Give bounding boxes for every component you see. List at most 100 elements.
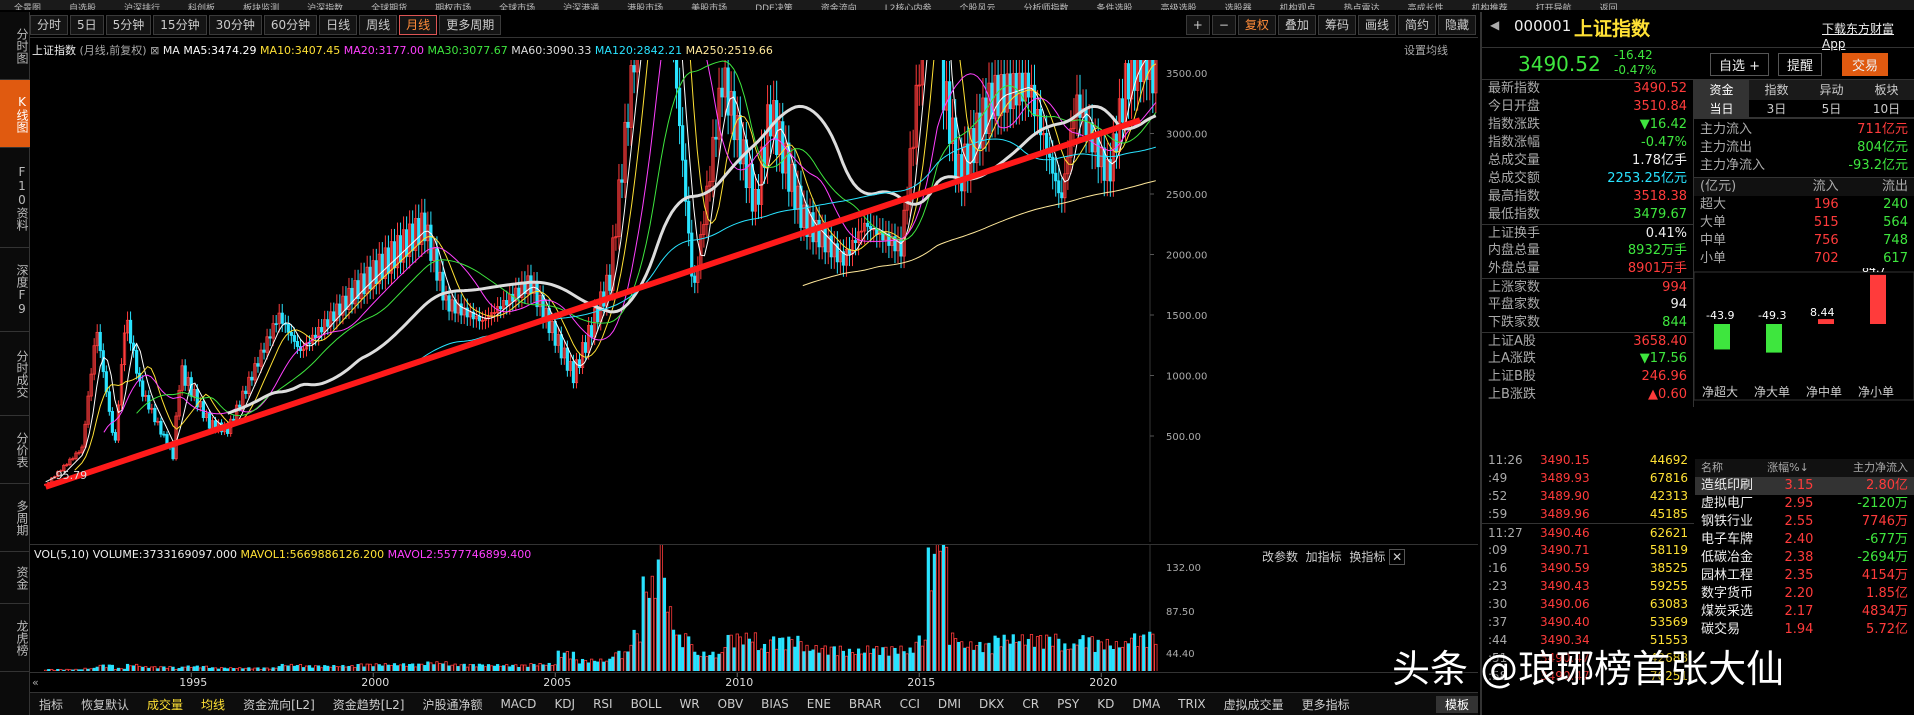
top-menu-item[interactable]: 自选股 (55, 5, 110, 11)
sector-row[interactable]: 造纸印刷 3.15 2.80亿 (1695, 477, 1914, 495)
indicator-tab[interactable]: TRIX (1169, 697, 1214, 711)
indicator-tab[interactable]: 指标 (30, 696, 72, 713)
fund-tab[interactable]: 板块 (1859, 80, 1914, 100)
ma-settings-link[interactable]: 设置均线 (1404, 42, 1448, 58)
toolbar-button[interactable]: 叠加 (1277, 14, 1316, 35)
indicator-tab[interactable]: PSY (1048, 697, 1088, 711)
left-tab[interactable]: 资金 (0, 552, 30, 604)
period-button[interactable]: 60分钟 (263, 14, 318, 35)
fund-subtab[interactable]: 10日 (1859, 100, 1914, 117)
indicator-tab[interactable]: KDJ (545, 697, 584, 711)
sector-row[interactable]: 数字货币 2.20 1.85亿 (1695, 585, 1914, 603)
fund-tab[interactable]: 指数 (1749, 80, 1804, 100)
left-tab[interactable]: K线图 (0, 80, 30, 148)
toolbar-button[interactable]: 复权 (1237, 14, 1276, 35)
indicator-tab[interactable]: 均线 (192, 696, 234, 713)
top-menu-item[interactable]: 科创板 (174, 5, 229, 11)
sector-row[interactable]: 虚拟电厂 2.95 -2120万 (1695, 495, 1914, 513)
indicator-tab[interactable]: 资金趋势[L2] (324, 696, 414, 713)
fund-tab[interactable]: 异动 (1804, 80, 1859, 100)
indicator-tab[interactable]: OBV (709, 697, 753, 711)
indicator-tab[interactable]: BIAS (752, 697, 798, 711)
period-button[interactable]: 日线 (319, 14, 358, 35)
indicator-tab[interactable]: ENE (798, 697, 840, 711)
fund-tab[interactable]: 资金 (1694, 80, 1749, 100)
indicator-tab[interactable]: 恢复默认 (72, 696, 138, 713)
period-button[interactable]: 5日 (70, 14, 104, 35)
download-app-link[interactable]: 下载东方财富App (1822, 20, 1914, 51)
top-menu-item[interactable]: DDE决策 (741, 5, 807, 11)
indicator-tab[interactable]: RSI (584, 697, 622, 711)
left-tab[interactable]: 龙虎榜 (0, 604, 30, 672)
top-menu-item[interactable]: 热点雷达 (1330, 5, 1394, 11)
period-button[interactable]: 月线 (399, 14, 438, 35)
trade-button[interactable]: 交易 (1842, 53, 1889, 76)
period-button[interactable]: 更多周期 (439, 14, 502, 35)
indicator-tab[interactable]: MACD (491, 697, 545, 711)
period-button[interactable]: 5分钟 (105, 14, 152, 35)
indicator-tab[interactable]: BOLL (622, 697, 671, 711)
left-tab[interactable]: 深度F9 (0, 248, 30, 332)
period-button[interactable]: 分时 (30, 14, 69, 35)
ma-settings-icon[interactable]: ⊠ (150, 44, 159, 57)
left-tab[interactable]: F10资料 (0, 148, 30, 248)
toolbar-button[interactable]: 简约 (1397, 14, 1436, 35)
sector-row[interactable]: 钢铁行业 2.55 7746万 (1695, 513, 1914, 531)
toolbar-button[interactable]: + (1185, 14, 1210, 35)
alert-button[interactable]: 提醒 (1778, 53, 1823, 76)
indicator-tab[interactable]: BRAR (840, 697, 891, 711)
sector-row[interactable]: 园林工程 2.35 4154万 (1695, 567, 1914, 585)
top-menu-item[interactable]: 高成长性 (1394, 5, 1458, 11)
indicator-tab[interactable]: CR (1013, 697, 1048, 711)
period-button[interactable]: 30分钟 (208, 14, 262, 35)
top-menu-item[interactable]: 沪深排行 (110, 5, 174, 11)
toolbar-button[interactable]: 筹码 (1317, 14, 1356, 35)
sector-row[interactable]: 碳交易 1.94 5.72亿 (1695, 621, 1914, 639)
toolbar-button[interactable]: − (1211, 14, 1236, 35)
indicator-tab[interactable]: DKX (970, 697, 1013, 711)
indicator-tab[interactable]: DMA (1123, 697, 1169, 711)
toolbar-button[interactable]: 画线 (1357, 14, 1396, 35)
watchlist-button[interactable]: 自选 + (1710, 53, 1770, 76)
sector-row[interactable]: 低碳冶金 2.38 -2694万 (1695, 549, 1914, 567)
indicator-tab[interactable]: 资金流向[L2] (234, 696, 324, 713)
period-button[interactable]: 周线 (359, 14, 398, 35)
left-tab[interactable]: 分时图 (0, 12, 30, 80)
top-menu-item[interactable]: 沪深指数 (293, 5, 357, 11)
top-menu-item[interactable]: 美股市场 (677, 5, 741, 11)
indicator-tab[interactable]: WR (670, 697, 708, 711)
top-menu-item[interactable]: 沪深港通 (549, 5, 613, 11)
indicator-tab[interactable]: 虚拟成交量 (1215, 696, 1293, 713)
top-menu-item[interactable]: 全景图 (0, 5, 55, 11)
sector-row[interactable]: 煤炭采选 2.17 4834万 (1695, 603, 1914, 621)
top-menu-item[interactable]: 全球市场 (485, 5, 549, 11)
top-menu-item[interactable]: 港股市场 (613, 5, 677, 11)
top-menu-item[interactable]: 条件选股 (1083, 5, 1147, 11)
top-menu-item[interactable]: 机构推荐 (1458, 5, 1522, 11)
top-menu-item[interactable]: 选股器 (1211, 5, 1266, 11)
indicator-tab[interactable]: 模板 (1435, 695, 1478, 713)
indicator-tab[interactable]: 更多指标 (1293, 696, 1359, 713)
top-menu-item[interactable]: 高级选股 (1147, 5, 1211, 11)
top-menu-item[interactable]: L2核心内参 (871, 5, 946, 11)
toolbar-button[interactable]: 隐藏 (1437, 14, 1476, 35)
left-tab[interactable]: 分价表 (0, 416, 30, 484)
top-menu-item[interactable]: 机构观点 (1266, 5, 1330, 11)
indicator-tab[interactable]: KD (1088, 697, 1123, 711)
indicator-tab[interactable]: CCI (891, 697, 929, 711)
indicator-tab[interactable]: DMI (929, 697, 970, 711)
fund-subtab[interactable]: 5日 (1804, 100, 1859, 117)
left-tab[interactable]: 多周期 (0, 484, 30, 552)
period-button[interactable]: 15分钟 (153, 14, 207, 35)
top-menu-item[interactable]: 全球期货 (357, 5, 421, 11)
top-menu-item[interactable]: 板块监测 (229, 5, 293, 11)
top-menu-item[interactable]: 个股风云 (946, 5, 1010, 11)
scroll-left-icon[interactable]: « (32, 676, 39, 689)
fund-subtab[interactable]: 当日 (1694, 100, 1749, 117)
left-tab[interactable]: 分时成交 (0, 332, 30, 416)
back-arrow-icon[interactable]: ◀ (1490, 18, 1499, 32)
top-menu-item[interactable]: 打开导航 (1522, 5, 1586, 11)
fund-subtab[interactable]: 3日 (1749, 100, 1804, 117)
top-menu-item[interactable]: 资金流向 (807, 5, 871, 11)
indicator-tab[interactable]: 成交量 (138, 696, 192, 713)
